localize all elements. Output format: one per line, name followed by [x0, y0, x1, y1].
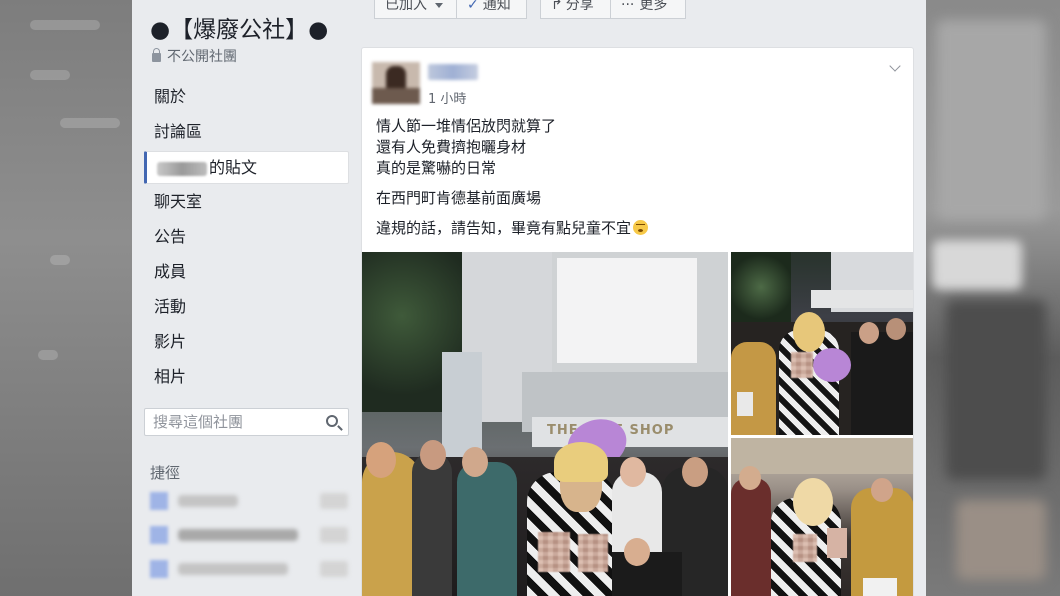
shortcut-name-blurred: [178, 529, 298, 541]
shortcut-item[interactable]: [150, 558, 350, 578]
post-body: 情人節一堆情侶放閃就算了 還有人免費擠抱曬身材 真的是驚嚇的日常 在西門町肯德基…: [376, 116, 649, 239]
shortcut-count-blurred: [320, 561, 348, 577]
nav-item-events[interactable]: 活動: [144, 290, 349, 325]
lock-icon: [152, 48, 161, 62]
joined-button[interactable]: 已加入: [374, 0, 457, 19]
group-sidebar: ●【爆廢公社】● 不公開社團 關於 討論區 的貼文 聊天室 公告 成員 活動 影…: [132, 0, 360, 596]
censor-mosaic: [578, 534, 608, 572]
joined-label: 已加入: [385, 0, 427, 13]
nav-item-about[interactable]: 關於: [144, 80, 349, 115]
nav-item-chat[interactable]: 聊天室: [144, 185, 349, 220]
facebook-group-page: ●【爆廢公社】● 不公開社團 關於 討論區 的貼文 聊天室 公告 成員 活動 影…: [132, 0, 926, 596]
blurred-backdrop-right: [926, 0, 1060, 596]
share-button[interactable]: ↱ 分享: [540, 0, 611, 19]
search-icon[interactable]: [326, 415, 338, 427]
chevron-down-icon: [435, 2, 443, 8]
group-title[interactable]: ●【爆廢公社】●: [150, 10, 328, 44]
share-label: 分享: [565, 0, 594, 13]
post-options-chevron-icon[interactable]: [889, 60, 901, 72]
shortcut-name-blurred: [178, 563, 288, 575]
checkmark-icon: ✓: [467, 0, 479, 13]
shortcut-avatar: [150, 492, 168, 510]
shortcut-avatar: [150, 526, 168, 544]
post-line: 情人節一堆情侶放閃就算了: [376, 117, 557, 135]
shortcut-count-blurred: [320, 493, 348, 509]
post-photo-top-right[interactable]: [731, 252, 913, 435]
thinking-emoji-icon: [633, 220, 649, 235]
share-icon: ↱: [551, 0, 563, 13]
shortcuts-label: 捷徑: [150, 464, 181, 482]
nav-item-videos[interactable]: 影片: [144, 325, 349, 360]
shortcut-avatar: [150, 560, 168, 578]
nav-item-member-posts[interactable]: 的貼文: [144, 151, 349, 184]
shortcut-name-blurred: [178, 495, 238, 507]
post-line-with-emoji: 違規的話，請告知，畢竟有點兒童不宜: [376, 218, 649, 239]
nav-item-members[interactable]: 成員: [144, 255, 349, 290]
more-icon: ···: [621, 0, 635, 13]
post-line: 違規的話，請告知，畢竟有點兒童不宜: [376, 219, 632, 237]
censor-mosaic: [793, 534, 817, 562]
group-search: [144, 408, 349, 436]
more-button[interactable]: ··· 更多: [610, 0, 686, 19]
blurred-backdrop-left: [0, 0, 132, 596]
post-line: 在西門町肯德基前面廣場: [376, 189, 542, 207]
group-privacy: 不公開社團: [152, 46, 237, 66]
nav-item-photos[interactable]: 相片: [144, 360, 349, 395]
censor-mosaic: [538, 532, 570, 572]
censor-mosaic: [791, 352, 813, 378]
post-photo-bottom-right[interactable]: [731, 438, 913, 596]
nav-item-announcements[interactable]: 公告: [144, 220, 349, 255]
shortcut-item[interactable]: [150, 524, 350, 544]
group-search-input[interactable]: [145, 409, 315, 435]
post-line: 真的是驚嚇的日常: [376, 159, 497, 177]
privacy-label: 不公開社團: [167, 49, 237, 65]
shortcut-count-blurred: [320, 527, 348, 543]
notify-label: 通知: [482, 0, 511, 13]
more-label: 更多: [639, 0, 668, 13]
author-avatar[interactable]: [372, 62, 420, 104]
notifications-button[interactable]: ✓ 通知: [456, 0, 527, 19]
group-nav: 關於 討論區 的貼文 聊天室 公告 成員 活動 影片 相片: [144, 80, 349, 395]
author-name-blurred[interactable]: [428, 64, 478, 80]
shortcut-item[interactable]: [150, 490, 350, 510]
post-timestamp[interactable]: 1 小時: [428, 88, 466, 107]
post-line: 還有人免費擠抱曬身材: [376, 138, 527, 156]
nav-item-member-posts-label: 的貼文: [209, 158, 258, 177]
post-photo-main[interactable]: THE FACE SHOP: [362, 252, 728, 596]
nav-item-discussion[interactable]: 討論區: [144, 115, 349, 150]
blurred-member-name: [157, 161, 207, 176]
post-card: 1 小時 情人節一堆情侶放閃就算了 還有人免費擠抱曬身材 真的是驚嚇的日常 在西…: [361, 47, 914, 596]
